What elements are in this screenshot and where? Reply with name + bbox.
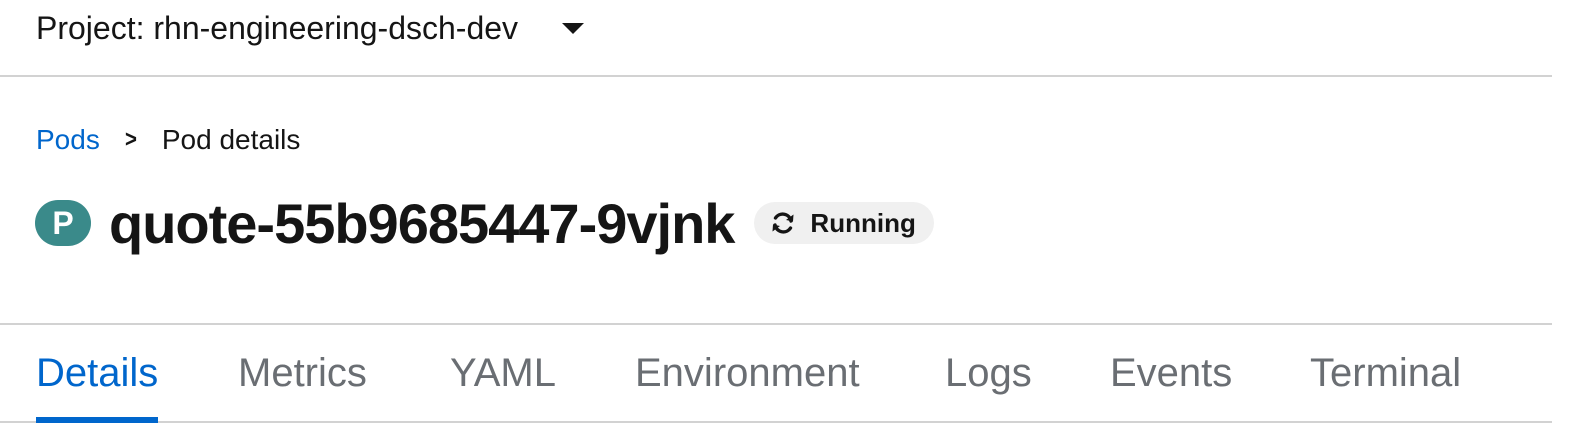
pod-resource-icon: P <box>35 200 91 246</box>
tab-details[interactable]: Details <box>36 325 159 423</box>
project-bar: Project: rhn-engineering-dsch-dev <box>0 0 1552 77</box>
tab-bar: Details Metrics YAML Environment Logs Ev… <box>0 323 1552 423</box>
tab-yaml[interactable]: YAML <box>450 325 556 421</box>
tab-metrics[interactable]: Metrics <box>238 325 367 421</box>
tab-events[interactable]: Events <box>1110 325 1232 421</box>
sync-icon <box>770 210 796 236</box>
project-selector[interactable]: Project: rhn-engineering-dsch-dev <box>36 8 585 48</box>
tab-environment[interactable]: Environment <box>635 325 860 421</box>
tab-label: YAML <box>450 350 556 395</box>
project-label: Project: rhn-engineering-dsch-dev <box>36 9 519 46</box>
tab-logs[interactable]: Logs <box>945 325 1032 421</box>
tab-label: Events <box>1110 350 1233 395</box>
chevron-right-icon: > <box>124 126 137 153</box>
page-heading: P quote-55b9685447-9vjnk Running <box>35 190 934 256</box>
breadcrumb: Pods > Pod details <box>36 120 300 160</box>
tab-label: Environment <box>635 350 860 395</box>
page-title: quote-55b9685447-9vjnk <box>109 191 735 255</box>
caret-down-icon[interactable] <box>562 22 585 34</box>
pod-details-page: Project: rhn-engineering-dsch-dev Pods >… <box>0 0 1552 436</box>
tab-label: Metrics <box>238 350 367 395</box>
tab-terminal[interactable]: Terminal <box>1310 325 1461 421</box>
breadcrumb-pods-link[interactable]: Pods <box>36 124 100 156</box>
status-text: Running <box>810 207 916 238</box>
tab-label: Details <box>36 350 159 395</box>
tab-label: Terminal <box>1310 350 1462 395</box>
status-badge: Running <box>754 202 934 244</box>
tab-label: Logs <box>945 350 1032 395</box>
breadcrumb-current: Pod details <box>161 124 301 155</box>
